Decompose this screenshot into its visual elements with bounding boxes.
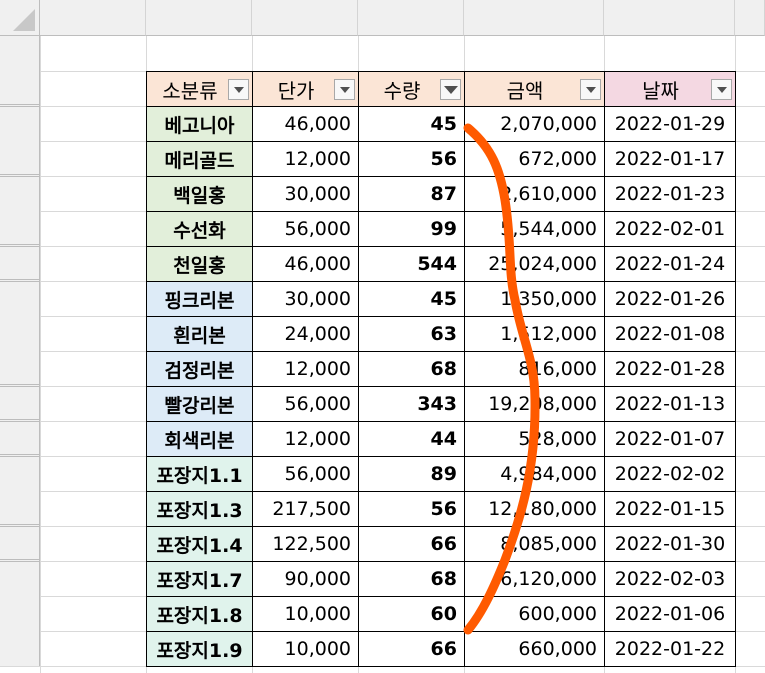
annotation-stroke [463,123,540,635]
